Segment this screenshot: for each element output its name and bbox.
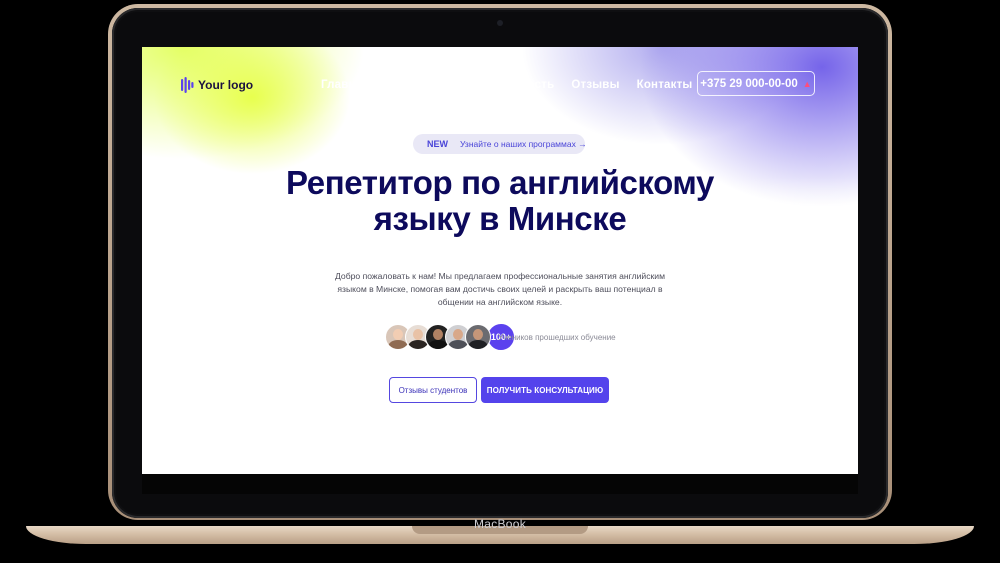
students-label: Учеников прошедших обучение (498, 333, 616, 342)
site-logo[interactable]: Your logo (180, 77, 253, 93)
device-label: MacBook (473, 517, 527, 531)
logo-icon (181, 77, 194, 93)
nav-link-pricing[interactable]: Стоимость (490, 79, 554, 91)
phone-number: +375 29 000-00-00 (700, 77, 798, 90)
hero-title: Репетитор по английскому языку в Минске (286, 164, 714, 237)
phone-button[interactable]: +375 29 000-00-00 ▲ (697, 71, 815, 96)
consultation-button[interactable]: ПОЛУЧИТЬ КОНСУЛЬТАЦИЮ (481, 377, 609, 403)
reviews-button[interactable]: Отзывы студентов (389, 377, 477, 403)
camera-icon (497, 20, 503, 26)
programs-badge[interactable]: NEW Узнайте о наших программах → (413, 134, 587, 154)
pin-icon: ▲ (802, 78, 812, 89)
main-menu: Главная Преимущества Стоимость Отзывы Ко… (321, 79, 692, 91)
logo-text: Your logo (198, 78, 254, 92)
new-tag: NEW (427, 139, 448, 149)
student-avatars: 100+ (385, 323, 515, 351)
nav-link-contacts[interactable]: Контакты (637, 79, 693, 91)
nav-link-reviews[interactable]: Отзывы (571, 79, 619, 91)
avatar (465, 324, 491, 350)
screen-bezel-bottom (142, 474, 858, 494)
nav-link-advantages[interactable]: Преимущества (386, 79, 473, 91)
nav-link-home[interactable]: Главная (321, 79, 369, 91)
programs-link: Узнайте о наших программах → (460, 139, 587, 149)
site-header: Your logo Главная Преимущества Стоимость… (142, 47, 858, 122)
hero-description: Добро пожаловать к нам! Мы предлагаем пр… (335, 271, 665, 307)
website-screen: Your logo Главная Преимущества Стоимость… (142, 47, 858, 474)
